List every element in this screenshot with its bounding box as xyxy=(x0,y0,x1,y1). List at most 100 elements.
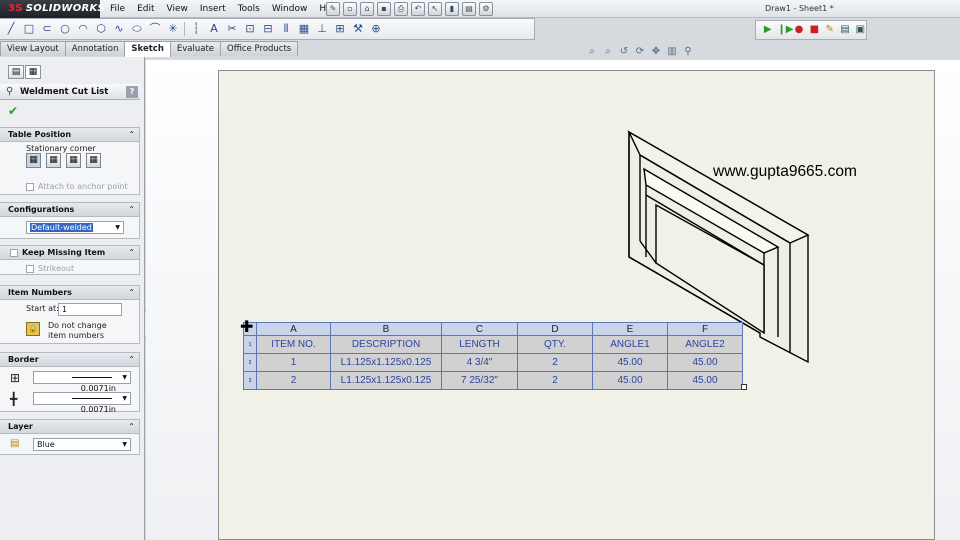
table-position-header[interactable]: Table Position ⌃ xyxy=(0,128,139,142)
start-at-input[interactable]: 1 xyxy=(58,303,122,316)
pan-icon[interactable]: ✥ xyxy=(650,46,662,58)
tab-annotation[interactable]: Annotation xyxy=(64,41,126,56)
centerline-icon[interactable]: ┆ xyxy=(189,22,203,36)
menu-edit[interactable]: Edit xyxy=(131,0,160,18)
undo-icon[interactable]: ↶ xyxy=(411,2,425,16)
record-macro-icon[interactable]: ● xyxy=(793,24,804,36)
tab-office-products[interactable]: Office Products xyxy=(220,41,299,56)
previous-view-icon[interactable]: ↺ xyxy=(618,46,630,58)
trim-icon[interactable]: ✂ xyxy=(225,22,239,36)
attach-anchor-checkbox[interactable] xyxy=(26,183,34,191)
line-icon[interactable]: ╱ xyxy=(4,22,18,36)
top-right-corner-button[interactable]: ▦ xyxy=(46,153,61,168)
collapse-icon[interactable]: ⌃ xyxy=(128,203,135,217)
property-manager-tab-icon[interactable]: ▦ xyxy=(25,65,41,79)
table-cell[interactable]: 45.00 xyxy=(667,353,743,372)
new-document-icon[interactable]: ▫ xyxy=(343,2,357,16)
weldment-cut-list-table[interactable]: A B C D E F 1 ITEM NO. DESCRIPTION LENGTH QTY. ANGL… xyxy=(243,322,743,390)
column-letter-cell[interactable]: E xyxy=(592,322,668,336)
zoom-to-area-icon[interactable]: ⌕ xyxy=(602,46,614,58)
mirror-icon[interactable]: ⫴ xyxy=(279,22,293,36)
menu-tools[interactable]: Tools xyxy=(232,0,266,18)
menu-file[interactable]: File xyxy=(104,0,131,18)
repair-sketch-icon[interactable]: ⚒ xyxy=(351,22,365,36)
options-gear-icon[interactable]: ⚙ xyxy=(479,2,493,16)
slot-icon[interactable]: ⊂ xyxy=(40,22,54,36)
tab-sketch[interactable]: Sketch xyxy=(124,41,171,57)
grid-border-select[interactable]: 0.0071in ▼ xyxy=(33,392,131,414)
drawing-sheet[interactable] xyxy=(218,70,935,540)
quick-snaps-icon[interactable]: ⊕ xyxy=(369,22,383,36)
new-macro-icon[interactable]: ▤ xyxy=(839,24,850,36)
header-cell[interactable]: ITEM NO. xyxy=(256,335,331,354)
fillet-icon[interactable]: ⌒ xyxy=(148,22,162,36)
text-icon[interactable]: A xyxy=(207,22,221,36)
file-properties-icon[interactable]: ▤ xyxy=(462,2,476,16)
stop-macro-icon[interactable]: ■ xyxy=(809,24,820,36)
column-letter-cell[interactable]: A xyxy=(256,322,331,336)
collapse-icon[interactable]: ⌃ xyxy=(128,353,135,367)
rebuild-icon[interactable]: ▮ xyxy=(445,2,459,16)
circle-icon[interactable]: ○ xyxy=(58,22,72,36)
header-cell[interactable]: DESCRIPTION xyxy=(330,335,442,354)
table-cell[interactable]: L1.125x1.125x0.125 xyxy=(330,371,442,390)
bottom-left-corner-button[interactable]: ▦ xyxy=(66,153,81,168)
keep-missing-item-checkbox[interactable] xyxy=(10,249,18,257)
table-resize-handle[interactable] xyxy=(741,384,747,390)
header-cell[interactable]: ANGLE2 xyxy=(667,335,743,354)
tab-evaluate[interactable]: Evaluate xyxy=(169,41,222,56)
app-logo[interactable]: 3S SOLIDWORKS xyxy=(0,0,105,18)
layer-select[interactable]: Blue ▼ xyxy=(33,438,131,451)
table-cell[interactable]: L1.125x1.125x0.125 xyxy=(330,353,442,372)
run-macro-icon[interactable]: ▶ xyxy=(762,24,773,36)
ellipse-icon[interactable]: ⬭ xyxy=(130,22,144,36)
grid-icon[interactable]: ⊞ xyxy=(333,22,347,36)
column-letter-cell[interactable]: F xyxy=(667,322,743,336)
layer-header[interactable]: Layer ⌃ xyxy=(0,420,139,434)
row-number-cell[interactable]: 3 xyxy=(243,371,257,390)
box-border-select[interactable]: 0.0071in ▼ xyxy=(33,371,131,393)
select-icon[interactable]: ↖ xyxy=(428,2,442,16)
row-number-cell[interactable]: 1 xyxy=(243,335,257,354)
display-style-icon[interactable]: ▥ xyxy=(666,46,678,58)
save-icon[interactable]: ▪ xyxy=(377,2,391,16)
print-icon[interactable]: ⎙ xyxy=(394,2,408,16)
collapse-icon[interactable]: ⌃ xyxy=(128,420,135,434)
options-icon[interactable]: ✎ xyxy=(326,2,340,16)
ok-checkmark-icon[interactable]: ✔ xyxy=(8,104,18,118)
convert-entities-icon[interactable]: ⊡ xyxy=(243,22,257,36)
table-move-handle-icon[interactable]: ✚ xyxy=(240,319,256,336)
tab-view-layout[interactable]: View Layout xyxy=(0,41,66,56)
feature-manager-tab-icon[interactable]: ▤ xyxy=(8,65,24,79)
offset-icon[interactable]: ⊟ xyxy=(261,22,275,36)
customize-macro-icon[interactable]: ▣ xyxy=(855,24,866,36)
table-cell[interactable]: 45.00 xyxy=(592,371,668,390)
rectangle-icon[interactable]: □ xyxy=(22,22,36,36)
column-letter-cell[interactable]: C xyxy=(441,322,518,336)
table-cell[interactable]: 45.00 xyxy=(592,353,668,372)
arc-icon[interactable]: ◠ xyxy=(76,22,90,36)
menu-insert[interactable]: Insert xyxy=(194,0,232,18)
table-cell[interactable]: 1 xyxy=(256,353,331,372)
help-icon[interactable]: ? xyxy=(126,86,138,98)
polygon-icon[interactable]: ⬡ xyxy=(94,22,108,36)
keep-missing-item-header[interactable]: Keep Missing Item ⌃ xyxy=(0,246,139,260)
table-cell[interactable]: 2 xyxy=(517,353,593,372)
row-number-cell[interactable]: 2 xyxy=(243,353,257,372)
collapse-icon[interactable]: ⌃ xyxy=(128,286,135,300)
configuration-select[interactable]: Default-welded ▼ xyxy=(26,221,124,234)
collapse-icon[interactable]: ⌃ xyxy=(128,246,135,260)
bottom-right-corner-button[interactable]: ▦ xyxy=(86,153,101,168)
header-cell[interactable]: ANGLE1 xyxy=(592,335,668,354)
top-left-corner-button[interactable]: ▦ xyxy=(26,153,41,168)
hide-show-icon[interactable]: ⚲ xyxy=(682,46,694,58)
collapse-icon[interactable]: ⌃ xyxy=(128,128,135,142)
point-icon[interactable]: ✳ xyxy=(166,22,180,36)
item-numbers-header[interactable]: Item Numbers ⌃ xyxy=(0,286,139,300)
step-icon[interactable]: ❙▶ xyxy=(777,24,793,36)
lock-icon[interactable]: 🔒 xyxy=(26,322,40,336)
table-cell[interactable]: 2 xyxy=(256,371,331,390)
menu-view[interactable]: View xyxy=(161,0,194,18)
header-cell[interactable]: LENGTH xyxy=(441,335,518,354)
table-cell[interactable]: 7 25/32" xyxy=(441,371,518,390)
